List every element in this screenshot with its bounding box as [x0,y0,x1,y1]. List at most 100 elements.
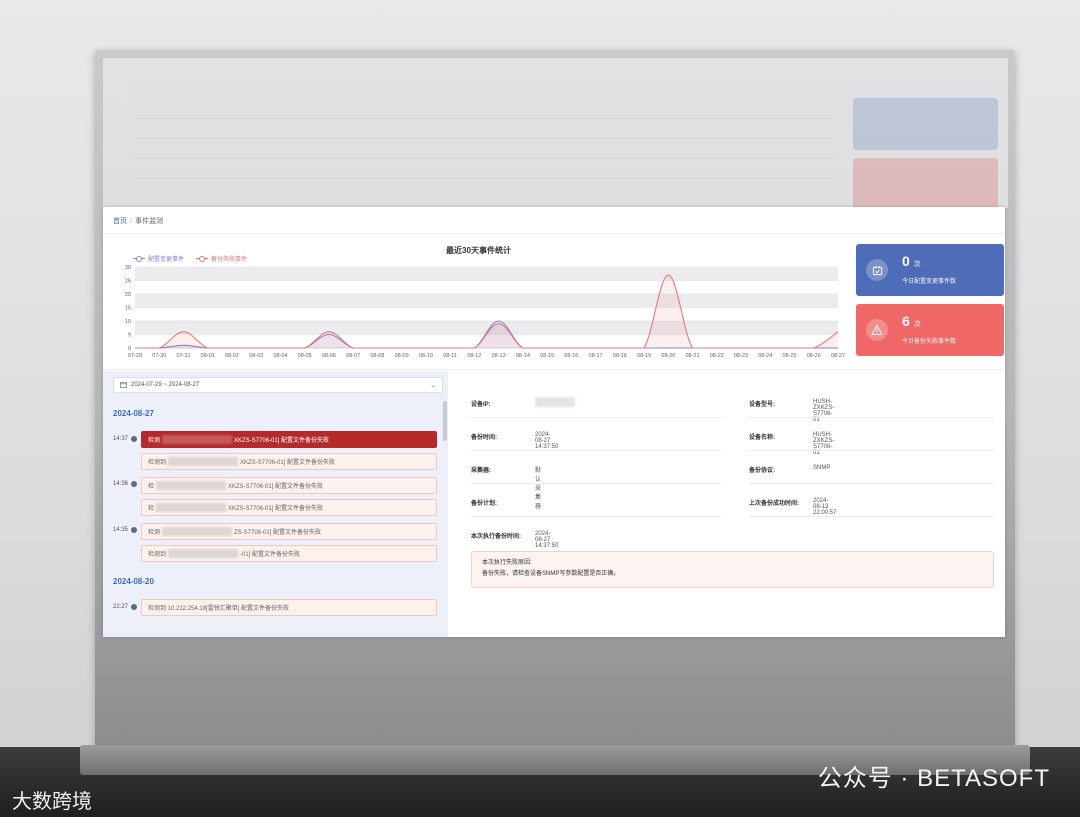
timeline-event[interactable]: 检 XKZS-S7706-01] 配置文件备份失败 [141,477,437,494]
x-tick-label: 08-08 [370,353,384,359]
timeline-day: 2024-08-20 [113,577,154,586]
divider [103,233,1005,234]
x-tick-label: 08-23 [734,353,748,359]
watermark-left: 大数跨境 [12,791,92,813]
x-tick-label: 08-12 [467,353,481,359]
y-tick-label: 25 [125,279,131,285]
timeline-time: 22:27 [113,604,138,610]
timeline-event[interactable]: 检测 XKZS-S7706-01] 配置文件备份失败 [141,431,437,448]
x-tick-label: 08-19 [637,353,651,359]
timeline-dot-icon [131,436,138,442]
detail-backup-time: 备份时间: 2024-08-27 14:37:50 [471,432,559,450]
timeline-dot-icon [131,481,138,487]
timeline-scrollbar[interactable] [443,401,447,441]
calendar-check-icon [866,259,888,281]
detail-last-success: 上次备份成功时间: 2024-08-13 22:00:57 [749,498,837,516]
x-tick-label: 08-09 [395,353,409,359]
ghost-gridline [133,178,833,179]
x-tick-label: 08-10 [419,353,433,359]
config-change-card[interactable]: 0次 今日配置变更事件数 [856,244,1004,296]
ghost-screen-reflection [103,58,1008,208]
breadcrumb-home-link[interactable]: 首页 [113,218,127,225]
ghost-card-blue [853,98,998,150]
x-tick-label: 08-25 [782,353,796,359]
divider [471,483,721,484]
chevron-down-icon: ⌄ [430,382,436,389]
timeline-time: 14:36 [113,481,138,487]
detail-plan: 备份计划: [471,501,497,507]
date-range-value: 2024-07-29 ~ 2024-08-27 [131,382,200,388]
backup-fail-desc: 今日备份失败事件数 [902,339,957,345]
backup-fail-count: 6次 [902,313,921,329]
breadcrumb-current: 事件监测 [134,218,163,225]
x-tick-label: 08-14 [516,353,530,359]
timeline-time: 14:37 [113,436,138,442]
x-tick-label: 08-13 [492,353,506,359]
divider [103,369,1005,370]
y-tick-label: 10 [125,319,131,325]
timeline-dot-icon [131,604,138,610]
divider [749,516,994,517]
x-tick-label: 08-07 [346,353,360,359]
x-tick-label: 08-01 [201,353,215,359]
ghost-gridline [133,138,833,139]
x-tick-label: 08-15 [540,353,554,359]
divider [749,417,994,418]
warning-triangle-icon [866,319,888,341]
redacted-text [168,549,239,558]
x-tick-label: 08-17 [589,353,603,359]
grid-band [135,294,838,308]
date-range-picker[interactable]: 2024-07-29 ~ 2024-08-27 ⌄ [113,377,443,393]
y-tick-label: 15 [125,306,131,312]
timeline-day: 2024-08-27 [113,409,154,418]
x-tick-label: 07-30 [152,353,166,359]
divider [749,450,994,451]
event-detail-panel: 设备IP: 设备型号: HUSH-ZXKZS-S7706-01 备份时间: 20… [453,371,1005,637]
y-tick-label: 5 [128,333,131,339]
redacted-text [156,481,227,490]
timeline-event[interactable]: 检测到 -01] 配置文件备份失败 [141,545,437,562]
x-tick-label: 08-06 [322,353,336,359]
event-timeline-panel: 2024-07-29 ~ 2024-08-27 ⌄ 2024-08-27 14:… [103,371,448,637]
detail-model: 设备型号: HUSH-ZXKZS-S7706-01 [749,399,835,423]
divider [471,417,721,418]
redacted-text [162,527,233,536]
detail-protocol: 备份协议: SNMP [749,465,831,474]
x-tick-label: 08-20 [661,353,675,359]
y-tick-label: 0 [128,346,131,352]
detail-device-name: 设备名称: HUSH-ZXKZS-S7706-01 [749,432,835,456]
watermark-right: 公众号 · BETASOFT [817,765,1050,792]
detail-exec-time: 本次执行备份时间: 2024-08-27 14:37:50 [471,531,559,549]
app-screen: 首页 / 事件监测 最近30天事件统计 配置变更事件 备份失败事件 0 5 10 15 20… [103,207,1005,637]
y-tick-label: 30 [125,265,131,271]
timeline-event[interactable]: 检测到 10.212.254.18[雷锐汇聚单] 配置文件备份失败 [141,599,437,616]
redacted-ip [535,397,575,407]
event-chart-panel: 最近30天事件统计 配置变更事件 备份失败事件 0 5 10 15 20 25 30 07-2… [111,241,846,366]
failure-reason-title: 本次执行失败原因: [482,560,532,566]
x-tick-label: 08-21 [686,353,700,359]
x-tick-label: 08-24 [758,353,772,359]
x-tick-label: 08-05 [298,353,312,359]
config-change-count: 0次 [902,253,921,269]
ghost-gridline [133,118,833,119]
redacted-text [162,435,233,444]
y-tick-label: 20 [125,292,131,298]
x-tick-label: 07-31 [176,353,190,359]
redacted-text [156,503,227,512]
x-tick-label: 08-18 [613,353,627,359]
failure-reason-text: 备份失败，请检查设备SNMP写参数配置是否正确。 [482,571,620,577]
divider [471,450,721,451]
line-chart: 0 5 10 15 20 25 30 07-29 07-30 07-31 08-01 08-02 08-… [125,265,845,359]
x-tick-label: 08-02 [225,353,239,359]
breadcrumb: 首页 / 事件监测 [113,218,163,225]
timeline-event[interactable]: 检 XKZS-S7706-01] 配置文件备份失败 [141,499,437,516]
backup-fail-card[interactable]: 6次 今日备份失败事件数 [856,304,1004,356]
redacted-text [168,457,239,466]
x-tick-label: 08-16 [564,353,578,359]
timeline-event[interactable]: 检测 ZS-S7706-01] 配置文件备份失败 [141,523,437,540]
detail-ip: 设备IP: [471,397,575,408]
divider [471,516,721,517]
grid-band [135,267,838,281]
config-change-desc: 今日配置变更事件数 [902,279,957,285]
timeline-event[interactable]: 检测到 XKZS-S7706-01] 配置文件备份失败 [141,453,437,470]
